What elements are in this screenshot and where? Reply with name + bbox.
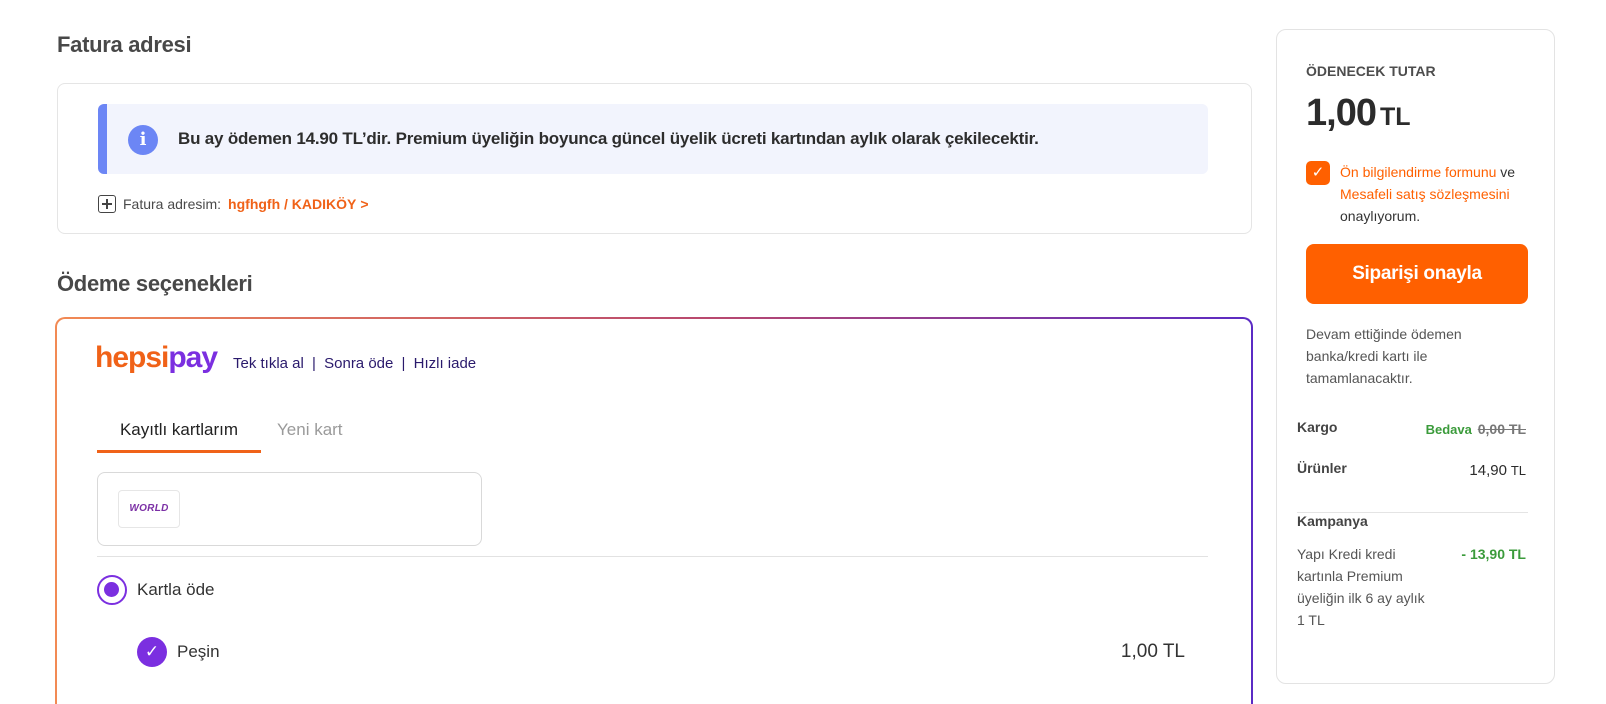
agreement-suffix: onaylıyorum. [1340,208,1421,224]
products-amount: 14,90 [1469,462,1507,479]
cargo-old-price: 0,00 TL [1477,421,1526,437]
payment-options-card: hepsipay Tek tıkla al | Sonra öde | Hızl… [55,317,1253,704]
campaign-discount: - 13,90 TL [1461,546,1526,562]
installment-option-label[interactable]: Peşin [177,642,220,662]
confirm-order-button[interactable]: Siparişi onayla [1306,244,1528,304]
summary-total: 1,00 TL [1306,92,1411,135]
payment-note: Devam ettiğinde ödemen banka/kredi kartı… [1306,326,1462,386]
world-card-logo: WORLD [118,490,180,528]
order-summary: ÖDENECEK TUTAR 1,00 TL ✓ Ön bilgilendirme… [1276,29,1555,684]
tagline-item: Hızlı iade [413,355,477,372]
campaign-description: Yapı Kredi kredi kartınla Premium üyeliğ… [1297,546,1425,628]
add-square-icon[interactable] [98,195,116,213]
hepsipay-logo: hepsipay [95,341,218,375]
tab-new-card[interactable]: Yeni kart [277,420,343,440]
cargo-value: Bedava 0,00 TL [1426,421,1526,437]
products-label: Ürünler [1297,460,1347,476]
summary-total-currency: TL [1379,103,1411,131]
products-currency: TL [1510,463,1526,478]
chevron-right-icon[interactable]: > [360,196,368,212]
tagline-separator: | [401,355,406,372]
distance-sales-contract-link[interactable]: Mesafeli satış sözleşmesini [1340,186,1510,202]
preinfo-form-link[interactable]: Ön bilgilendirme formunu [1340,164,1496,180]
agreement-checkbox[interactable]: ✓ [1306,161,1330,185]
tagline-item: Sonra öde [324,355,394,372]
divider [97,556,1208,557]
pay-with-card-radio[interactable] [97,575,127,605]
tagline-separator: | [312,355,316,372]
logo-pay-text: pay [168,341,218,374]
cargo-free-label: Bedava [1425,422,1472,437]
tab-saved-cards[interactable]: Kayıtlı kartlarım [97,420,261,453]
info-banner: i Bu ay ödemen 14.90 TL’dir. Premium üye… [98,104,1208,174]
campaign-label: Kampanya [1297,513,1368,529]
billing-section-title: Fatura adresi [57,32,192,57]
tagline-item: Tek tıkla al [233,355,304,372]
info-banner-accent [98,104,107,174]
saved-card-item[interactable]: WORLD [97,472,482,546]
agreement-and: ve [1496,164,1516,180]
installment-amount: 1,00 TL [1120,641,1185,662]
agreement-text: Ön bilgilendirme formunu ve Mesafeli sat… [1340,161,1540,227]
info-banner-text: Bu ay ödemen 14.90 TL’dir. Premium üyeli… [178,129,1039,148]
checkmark-icon[interactable]: ✓ [137,637,167,667]
billing-address-row[interactable]: Fatura adresim: hgfhgfh / KADIKÖY > [98,195,369,213]
products-value: 14,90 TL [1469,462,1526,479]
logo-hepsi-text: hepsi [95,341,169,374]
billing-card: i Bu ay ödemen 14.90 TL’dir. Premium üye… [57,83,1252,234]
info-icon: i [128,125,158,155]
payment-section-title: Ödeme seçenekleri [57,271,253,296]
cargo-label: Kargo [1297,419,1338,435]
hepsipay-tagline: Tek tıkla al | Sonra öde | Hızlı iade [233,355,476,372]
summary-title: ÖDENECEK TUTAR [1306,63,1436,79]
summary-total-amount: 1,00 [1306,92,1377,134]
billing-address-value[interactable]: hgfhgfh / KADIKÖY [228,196,356,212]
billing-address-label: Fatura adresim: [123,196,222,212]
pay-with-card-label[interactable]: Kartla öde [137,580,215,600]
